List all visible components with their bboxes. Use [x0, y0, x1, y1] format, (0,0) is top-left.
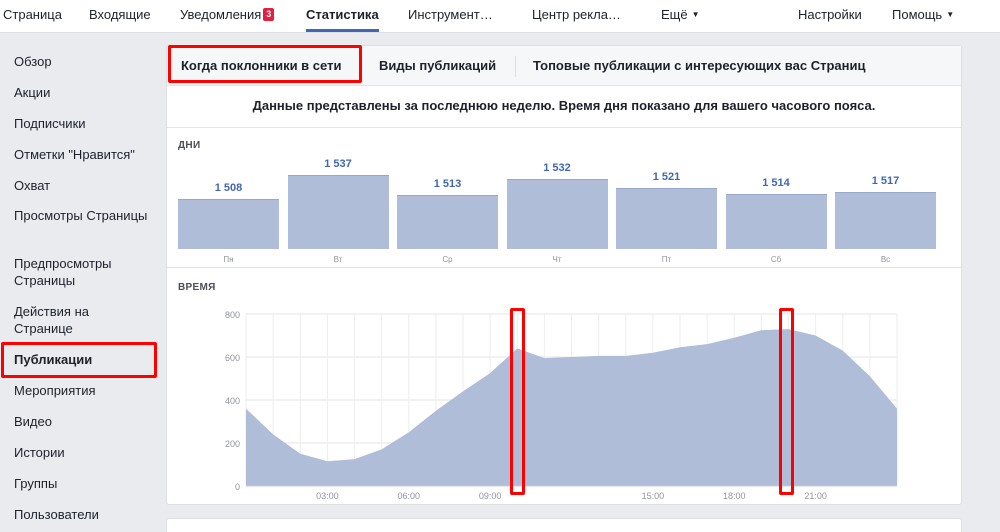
nav-more[interactable]: Ещё ▼: [661, 0, 700, 32]
day-value: 1 517: [871, 175, 900, 187]
notifications-badge: 3: [263, 8, 275, 21]
nav-inbox[interactable]: Входящие: [89, 0, 151, 32]
y-tick-label: 200: [225, 439, 240, 449]
sidebar-item-groups[interactable]: Группы: [14, 475, 150, 492]
sidebar-item-likes[interactable]: Отметки "Нравится": [14, 146, 150, 163]
day-label: Сб: [770, 255, 782, 264]
day-label: Вс: [880, 255, 891, 264]
nav-tools[interactable]: Инструмент…: [408, 0, 493, 32]
day-label: Пн: [223, 255, 234, 264]
sidebar-item-people[interactable]: Пользователи: [14, 506, 150, 523]
nav-notifications-label: Уведомления: [180, 7, 262, 22]
day-bar: [397, 195, 498, 249]
day-bar: [616, 188, 717, 249]
sidebar-item-page-views[interactable]: Просмотры Страницы: [14, 207, 150, 224]
caret-down-icon: ▼: [946, 10, 955, 19]
day-bar: [506, 179, 608, 249]
sidebar: Обзор Акции Подписчики Отметки "Нравится…: [0, 33, 160, 532]
sidebar-item-page-previews[interactable]: Предпросмотры Страницы: [14, 255, 150, 289]
sidebar-item-videos[interactable]: Видео: [14, 413, 150, 430]
nav-settings[interactable]: Настройки: [798, 0, 862, 32]
section-divider: [167, 267, 961, 268]
nav-page[interactable]: Страница: [3, 0, 62, 32]
sidebar-item-stories[interactable]: Истории: [14, 444, 150, 461]
x-tick-label: 21:00: [804, 491, 827, 501]
x-tick-label: 06:00: [397, 491, 420, 501]
sidebar-item-promotions[interactable]: Акции: [14, 84, 150, 101]
x-tick-label: 03:00: [316, 491, 339, 501]
nav-help[interactable]: Помощь ▼: [892, 0, 954, 32]
day-value: 1 532: [543, 162, 571, 174]
caret-down-icon: ▼: [691, 10, 700, 19]
day-value: 1 521: [652, 171, 681, 183]
data-period-notice: Данные представлены за последнюю неделю.…: [167, 86, 961, 128]
top-navigation: Страница Входящие Уведомления 3 Статистик…: [0, 0, 1000, 33]
x-tick-label: 18:00: [723, 491, 746, 501]
nav-insights[interactable]: Статистика: [306, 0, 379, 32]
day-bar: [725, 194, 827, 249]
tab-top-posts[interactable]: Топовые публикации с интересующих вас Ст…: [533, 58, 865, 73]
day-bar: [178, 199, 279, 249]
days-label: ДНИ: [178, 140, 201, 151]
nav-notifications[interactable]: Уведомления 3: [180, 0, 275, 32]
sidebar-item-reach[interactable]: Охват: [14, 177, 150, 194]
day-value: 1 537: [324, 158, 352, 170]
next-card: [166, 518, 962, 532]
day-label: Пт: [661, 255, 672, 264]
day-value: 1 514: [762, 177, 790, 189]
tabs-bar: Когда поклонники в сети Виды публикаций …: [167, 46, 961, 86]
day-value: 1 513: [433, 178, 462, 190]
day-value: 1 508: [214, 182, 243, 194]
sidebar-item-overview[interactable]: Обзор: [14, 53, 150, 70]
y-tick-label: 0: [235, 482, 240, 492]
sidebar-item-page-actions[interactable]: Действия на Странице: [14, 303, 150, 337]
nav-help-label: Помощь: [892, 7, 943, 22]
tab-divider: [515, 56, 516, 77]
tab-post-types[interactable]: Виды публикаций: [379, 58, 496, 73]
tab-when-fans-online[interactable]: Когда поклонники в сети: [181, 58, 341, 73]
day-label: Вт: [333, 255, 343, 264]
insights-card: Когда поклонники в сети Виды публикаций …: [166, 45, 962, 505]
day-bar: [287, 175, 389, 249]
x-tick-label: 09:00: [479, 491, 502, 501]
nav-more-label: Ещё: [661, 7, 688, 22]
day-label: Чт: [552, 255, 562, 264]
y-tick-label: 800: [225, 310, 240, 320]
sidebar-item-followers[interactable]: Подписчики: [14, 115, 150, 132]
day-label: Ср: [442, 255, 453, 264]
time-area-chart: 800 600 400 200 0 03:00 06:00 09:00 15:00 18:00 21…: [225, 310, 898, 501]
sidebar-item-posts[interactable]: Публикации: [14, 351, 150, 368]
y-tick-label: 600: [225, 353, 240, 363]
sidebar-item-events[interactable]: Мероприятия: [14, 382, 150, 399]
nav-ad-center[interactable]: Центр рекла…: [532, 0, 621, 32]
x-tick-label: 15:00: [642, 491, 665, 501]
day-bar: [835, 192, 936, 249]
y-tick-label: 400: [225, 396, 240, 406]
